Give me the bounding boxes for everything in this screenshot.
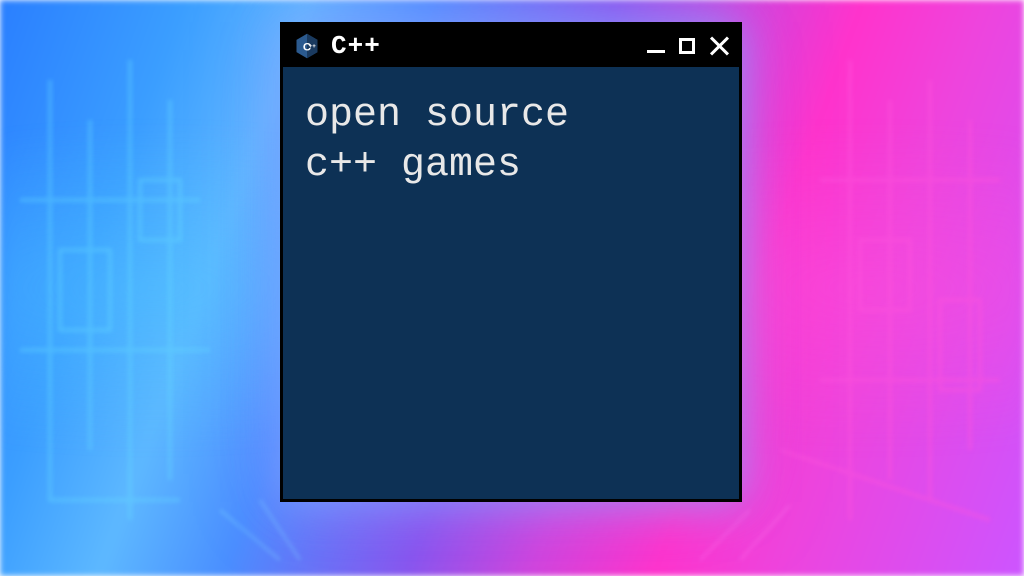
cpp-logo-icon: C ++: [293, 32, 321, 60]
maximize-icon[interactable]: [679, 38, 695, 54]
minimize-icon[interactable]: [647, 50, 665, 53]
svg-text:++: ++: [309, 43, 317, 50]
terminal-body[interactable]: open source c++ games: [283, 67, 739, 499]
close-icon[interactable]: [709, 36, 729, 56]
terminal-text: open source c++ games: [305, 91, 717, 191]
terminal-window: C ++ C++ open source c++ games: [280, 22, 742, 502]
window-titlebar[interactable]: C ++ C++: [283, 25, 739, 67]
window-title: C++: [331, 31, 637, 61]
window-controls: [647, 36, 729, 56]
